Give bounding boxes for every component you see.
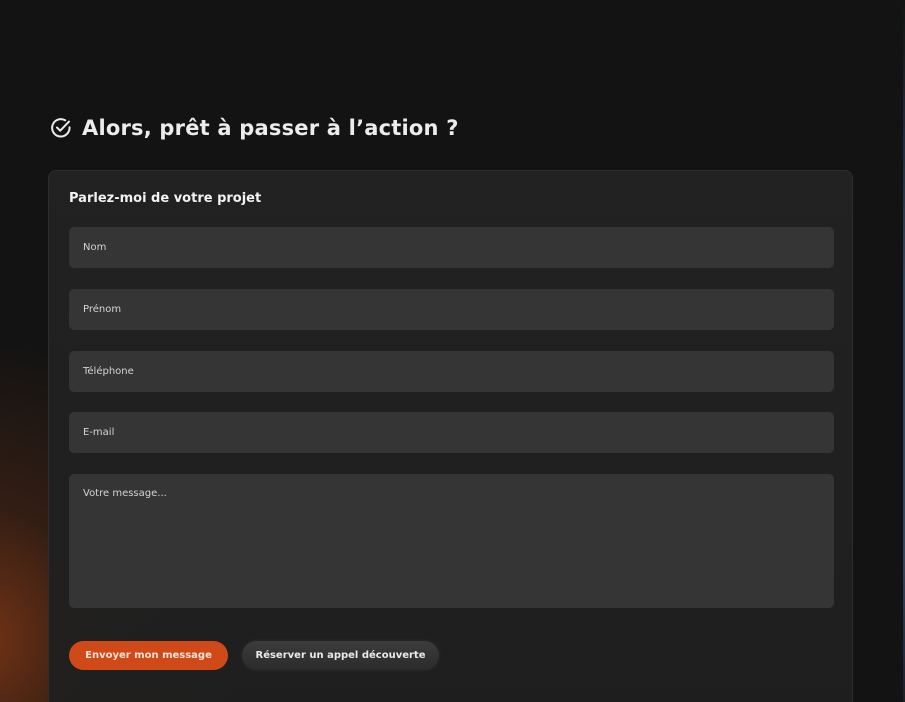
section-heading: Alors, prêt à passer à l’action ?: [50, 113, 459, 143]
page: Alors, prêt à passer à l’action ? Parlez…: [0, 0, 905, 702]
email-input[interactable]: [69, 412, 834, 453]
check-circle-icon: [50, 117, 72, 139]
telephone-input[interactable]: [69, 351, 834, 392]
contact-form-card: Parlez-moi de votre projet Envoyer mon m…: [48, 170, 853, 702]
form-title: Parlez-moi de votre projet: [69, 191, 262, 206]
message-textarea[interactable]: [69, 474, 834, 608]
section-title: Alors, prêt à passer à l’action ?: [82, 116, 459, 140]
send-message-button[interactable]: Envoyer mon message: [69, 641, 228, 670]
prenom-input[interactable]: [69, 289, 834, 330]
nom-input[interactable]: [69, 227, 834, 268]
book-call-button[interactable]: Réserver un appel découverte: [242, 641, 439, 670]
